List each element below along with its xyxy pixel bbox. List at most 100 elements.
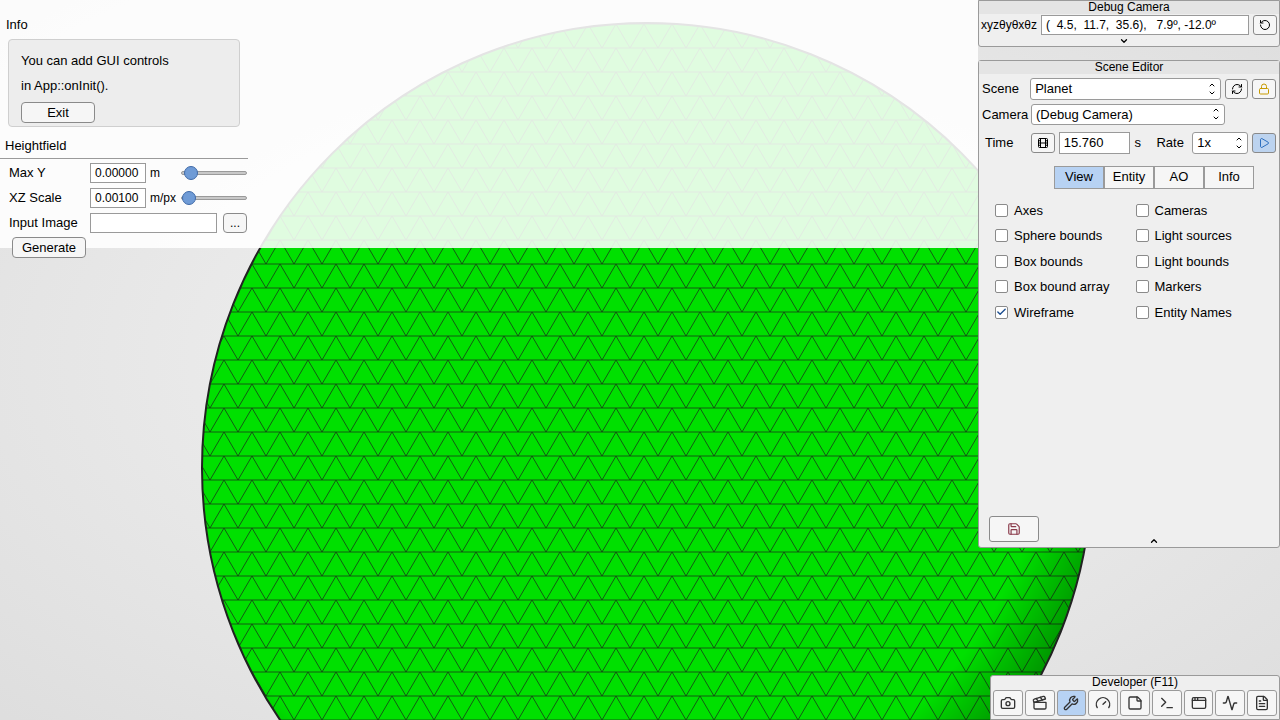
time-field[interactable]: 15.760	[1059, 132, 1131, 154]
lock-button[interactable]	[1252, 79, 1276, 99]
checkbox-row[interactable]: Entity Names	[1136, 303, 1277, 323]
checkbox[interactable]	[995, 306, 1008, 319]
tool-button[interactable]	[1025, 690, 1055, 716]
lock-icon	[1258, 83, 1270, 95]
tab[interactable]: Entity	[1104, 166, 1154, 189]
dropdown[interactable]: Planet	[1030, 78, 1221, 100]
scene-editor-window[interactable]: Scene EditorScenePlanetCamera(Debug Came…	[978, 60, 1280, 548]
checkbox[interactable]	[995, 204, 1008, 217]
developer-window[interactable]: Developer (F11)	[990, 675, 1280, 720]
heightfield-row: XZ Scale0.00100m/px	[0, 187, 248, 209]
heightfield-title: Heightfield	[0, 136, 248, 159]
info-box: You can add GUI controlsin App::onInit()…	[8, 39, 240, 128]
tool-icon	[1127, 695, 1143, 711]
tool-icon	[1191, 695, 1207, 711]
tool-button[interactable]	[993, 690, 1023, 716]
tab[interactable]: AO	[1154, 166, 1204, 189]
heightfield-rows: Max Y0.00000m XZ Scale0.00100m/px Input Im…	[0, 159, 248, 234]
window-title: Developer (F11)	[991, 676, 1279, 688]
slider[interactable]	[181, 165, 247, 181]
slider-thumb[interactable]	[182, 191, 196, 205]
camera-label: xyzθyθxθz	[981, 16, 1037, 34]
browse-button[interactable]: ...	[223, 213, 247, 233]
reload-icon	[1231, 83, 1243, 95]
tab[interactable]: Info	[1204, 166, 1254, 189]
info-title: Info	[0, 15, 248, 35]
reload-button[interactable]	[1225, 79, 1249, 99]
checkbox[interactable]	[995, 280, 1008, 293]
camera-row: xyzθyθxθz( 4.5, 11.7, 35.6), 7.9º, -12.0…	[979, 14, 1279, 36]
checkbox[interactable]	[995, 229, 1008, 242]
expand-icon[interactable]	[1119, 36, 1129, 46]
unit-label: m/px	[146, 189, 181, 207]
tool-icon	[1254, 695, 1270, 711]
tool-icon	[1063, 695, 1079, 711]
checkbox-row[interactable]: Box bound array	[995, 277, 1136, 297]
tool-button[interactable]	[1152, 690, 1182, 716]
app: InfoYou can add GUI controlsin App::onIn…	[0, 0, 1280, 720]
tool-icon	[1095, 695, 1111, 711]
camera-reset-button[interactable]	[1253, 15, 1277, 35]
checkbox-row[interactable]: Sphere bounds	[995, 226, 1136, 246]
time-row: Time15.760sRate1x	[982, 132, 1276, 154]
dropdown[interactable]: (Debug Camera)	[1031, 104, 1225, 126]
tool-icon	[1032, 695, 1048, 711]
row-label: Input Image	[9, 213, 90, 233]
checkbox[interactable]	[995, 255, 1008, 268]
checkbox[interactable]	[1136, 255, 1149, 268]
tool-button[interactable]	[1120, 690, 1150, 716]
tool-button[interactable]	[1184, 690, 1214, 716]
heightfield-row: Input Image...	[0, 212, 248, 234]
dropdown-arrows-icon	[1208, 81, 1216, 97]
checkbox-row[interactable]: Light sources	[1136, 226, 1277, 246]
check-icon	[996, 306, 1007, 318]
file-field[interactable]	[90, 213, 217, 233]
tool-button[interactable]	[1057, 690, 1087, 716]
tool-row	[991, 688, 1279, 716]
info-line: You can add GUI controls	[21, 52, 227, 69]
checkbox[interactable]	[1136, 280, 1149, 293]
value-field[interactable]: 0.00100	[90, 188, 146, 208]
dropdown[interactable]: 1x	[1192, 132, 1248, 154]
checkbox[interactable]	[1136, 229, 1149, 242]
save-icon	[1007, 522, 1021, 536]
checkbox-row[interactable]: Box bounds	[995, 252, 1136, 272]
checkbox-row[interactable]: Wireframe	[995, 303, 1136, 323]
checkbox-row[interactable]: Axes	[995, 201, 1136, 221]
row-label: Max Y	[9, 163, 90, 183]
tool-button[interactable]	[1247, 690, 1277, 716]
heightfield-row: Max Y0.00000m	[0, 162, 248, 184]
tool-icon	[1159, 695, 1175, 711]
value-field[interactable]: 0.00000	[90, 163, 146, 183]
debug-camera-window[interactable]: Debug Cameraxyzθyθxθz( 4.5, 11.7, 35.6),…	[978, 0, 1280, 47]
row-label: XZ Scale	[9, 188, 90, 208]
film-icon	[1037, 137, 1049, 149]
exit-button[interactable]: Exit	[21, 102, 95, 124]
checkbox-row[interactable]: Light bounds	[1136, 252, 1277, 272]
window-title: Scene Editor	[979, 61, 1279, 74]
time-button[interactable]	[1031, 133, 1055, 153]
checkbox[interactable]	[1136, 306, 1149, 319]
window-title: Debug Camera	[979, 1, 1279, 14]
collapse-icon[interactable]	[1149, 536, 1159, 546]
save-button[interactable]	[989, 516, 1039, 542]
scene-row: ScenePlanet	[982, 78, 1276, 100]
tool-button[interactable]	[1088, 690, 1118, 716]
info-panel: InfoYou can add GUI controlsin App::onIn…	[0, 0, 248, 258]
slider[interactable]	[181, 190, 247, 206]
reset-icon	[1259, 19, 1271, 31]
play-button[interactable]	[1252, 133, 1276, 153]
unit-label: m	[146, 164, 181, 182]
checkbox-grid: AxesCamerasSphere boundsLight sourcesBox…	[982, 193, 1276, 323]
tab[interactable]: View	[1054, 166, 1104, 189]
checkbox-row[interactable]: Markers	[1136, 277, 1277, 297]
slider-thumb[interactable]	[184, 166, 198, 180]
tool-button[interactable]	[1215, 690, 1245, 716]
checkbox-row[interactable]: Cameras	[1136, 201, 1277, 221]
generate-button[interactable]: Generate	[12, 237, 86, 259]
dropdown-arrows-icon	[1212, 106, 1220, 122]
camera-field[interactable]: ( 4.5, 11.7, 35.6), 7.9º, -12.0º	[1041, 15, 1249, 35]
play-icon	[1258, 137, 1270, 149]
info-line: in App::onInit().	[21, 77, 227, 94]
checkbox[interactable]	[1136, 204, 1149, 217]
